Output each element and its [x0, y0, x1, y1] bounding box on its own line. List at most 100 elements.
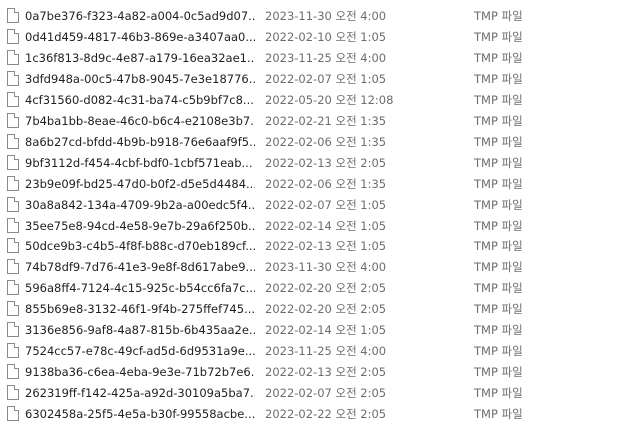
file-modified-date: 2022-02-07 오전 1:05	[265, 71, 387, 86]
file-name[interactable]: 9138ba36-c6ea-4eba-9e3e-71b72b7e6...	[25, 364, 255, 380]
file-modified-date: 2023-11-30 오전 4:00	[265, 260, 387, 275]
file-row[interactable]: 0d41d459-4817-46b3-869e-a3407aa0... 2022-…	[0, 26, 627, 48]
file-name[interactable]: 1c36f813-8d9c-4e87-a179-16ea32ae1...	[25, 50, 255, 66]
file-type: TMP 파일	[474, 302, 523, 317]
file-name[interactable]: 35ee75e8-94cd-4e58-9e7b-29a6f250b...	[25, 218, 255, 234]
file-row[interactable]: 35ee75e8-94cd-4e58-9e7b-29a6f250b... 2022…	[0, 215, 627, 237]
file-modified-date: 2022-02-14 오전 1:05	[265, 218, 387, 233]
file-type: TMP 파일	[474, 218, 523, 233]
file-modified-date: 2023-11-30 오전 4:00	[265, 9, 387, 23]
file-modified-date: 2022-02-07 오전 1:05	[265, 197, 387, 212]
file-row[interactable]: 9138ba36-c6ea-4eba-9e3e-71b72b7e6... 2022…	[0, 361, 627, 383]
file-name[interactable]: 74b78df9-7d76-41e3-9e8f-8d617abe9...	[25, 259, 255, 275]
file-name[interactable]: 855b69e8-3132-46f1-9f4b-275ffef745...	[25, 301, 255, 317]
file-row[interactable]: 50dce9b3-c4b5-4f8f-b88c-d70eb189cf... 202…	[0, 235, 627, 257]
tmp-file-icon	[7, 28, 19, 44]
file-name[interactable]: 262319ff-f142-425a-a92d-30109a5ba7...	[25, 385, 255, 401]
file-type: TMP 파일	[474, 365, 523, 380]
file-modified-date: 2023-11-25 오전 4:00	[265, 50, 387, 65]
file-type: TMP 파일	[474, 71, 523, 86]
tmp-file-icon	[7, 238, 19, 254]
file-modified-date: 2022-02-21 오전 1:35	[265, 113, 387, 128]
tmp-file-icon	[7, 91, 19, 107]
file-type: TMP 파일	[474, 176, 523, 191]
file-row[interactable]: 1c36f813-8d9c-4e87-a179-16ea32ae1... 2023…	[0, 47, 627, 69]
tmp-file-icon	[7, 259, 19, 275]
file-type: TMP 파일	[474, 260, 523, 275]
tmp-file-icon	[7, 364, 19, 380]
file-type: TMP 파일	[474, 407, 523, 422]
file-type: TMP 파일	[474, 155, 523, 170]
file-type: TMP 파일	[474, 134, 523, 149]
tmp-file-icon	[7, 70, 19, 86]
tmp-file-icon	[7, 343, 19, 359]
file-row[interactable]: 3136e856-9af8-4a87-815b-6b435aa2e... 2022…	[0, 319, 627, 341]
file-row[interactable]: 4cf31560-d082-4c31-ba74-c5b9bf7c8... 2022…	[0, 89, 627, 111]
tmp-file-icon	[7, 196, 19, 212]
file-modified-date: 2022-02-14 오전 1:05	[265, 323, 387, 338]
file-row[interactable]: 0a7be376-f323-4a82-a004-0c5ad9d07... 2023…	[0, 5, 627, 27]
file-type: TMP 파일	[474, 9, 523, 23]
tmp-file-icon	[7, 385, 19, 401]
file-type: TMP 파일	[474, 323, 523, 338]
file-list: 0a7be376-f323-4a82-a004-0c5ad9d07... 2023…	[0, 0, 627, 422]
file-modified-date: 2022-02-13 오전 2:05	[265, 155, 387, 170]
file-modified-date: 2022-02-13 오전 1:05	[265, 239, 387, 254]
file-row[interactable]: 3dfd948a-00c5-47b8-9045-7e3e18776... 2022…	[0, 68, 627, 90]
file-name[interactable]: 6302458a-25f5-4e5a-b30f-99558acbe...	[25, 406, 255, 422]
file-row[interactable]: 23b9e09f-bd25-47d0-b0f2-d5e5d4484... 2022…	[0, 173, 627, 195]
file-type: TMP 파일	[474, 29, 523, 44]
tmp-file-icon	[7, 175, 19, 191]
file-name[interactable]: 9bf3112d-f454-4cbf-bdf0-1cbf571eab...	[25, 155, 255, 171]
file-modified-date: 2022-02-06 오전 1:35	[265, 176, 387, 191]
file-modified-date: 2022-05-20 오전 12:08	[265, 92, 394, 107]
file-modified-date: 2022-02-06 오전 1:35	[265, 134, 387, 149]
file-row[interactable]: 262319ff-f142-425a-a92d-30109a5ba7... 202…	[0, 382, 627, 404]
tmp-file-icon	[7, 280, 19, 296]
file-name[interactable]: 0d41d459-4817-46b3-869e-a3407aa0...	[25, 29, 255, 45]
file-name[interactable]: 3dfd948a-00c5-47b8-9045-7e3e18776...	[25, 71, 255, 87]
file-name[interactable]: 0a7be376-f323-4a82-a004-0c5ad9d07...	[25, 8, 255, 24]
file-type: TMP 파일	[474, 197, 523, 212]
file-name[interactable]: 4cf31560-d082-4c31-ba74-c5b9bf7c8...	[25, 92, 255, 108]
tmp-file-icon	[7, 112, 19, 128]
tmp-file-icon	[7, 8, 19, 23]
tmp-file-icon	[7, 217, 19, 233]
file-name[interactable]: 50dce9b3-c4b5-4f8f-b88c-d70eb189cf...	[25, 238, 255, 254]
tmp-file-icon	[7, 49, 19, 65]
file-name[interactable]: 30a8a842-134a-4709-9b2a-a00edc5f4...	[25, 197, 255, 213]
file-row[interactable]: 7524cc57-e78c-49cf-ad5d-6d9531a9e... 2023…	[0, 340, 627, 362]
tmp-file-icon	[7, 154, 19, 170]
tmp-file-icon	[7, 133, 19, 149]
file-modified-date: 2022-02-13 오전 2:05	[265, 365, 387, 380]
file-modified-date: 2022-02-20 오전 2:05	[265, 281, 387, 296]
file-name[interactable]: 3136e856-9af8-4a87-815b-6b435aa2e...	[25, 322, 255, 338]
file-type: TMP 파일	[474, 50, 523, 65]
file-modified-date: 2022-02-20 오전 2:05	[265, 302, 387, 317]
file-row[interactable]: 596a8ff4-7124-4c15-925c-b54cc6fa7c... 202…	[0, 277, 627, 299]
file-type: TMP 파일	[474, 92, 523, 107]
tmp-file-icon	[7, 406, 19, 422]
file-name[interactable]: 7524cc57-e78c-49cf-ad5d-6d9531a9e...	[25, 343, 255, 359]
file-row[interactable]: 855b69e8-3132-46f1-9f4b-275ffef745... 202…	[0, 298, 627, 320]
file-type: TMP 파일	[474, 281, 523, 296]
file-type: TMP 파일	[474, 386, 523, 401]
file-row[interactable]: 30a8a842-134a-4709-9b2a-a00edc5f4... 2022…	[0, 194, 627, 216]
file-type: TMP 파일	[474, 344, 523, 359]
tmp-file-icon	[7, 322, 19, 338]
file-type: TMP 파일	[474, 113, 523, 128]
file-modified-date: 2023-11-25 오전 4:00	[265, 344, 387, 359]
file-name[interactable]: 596a8ff4-7124-4c15-925c-b54cc6fa7c...	[25, 280, 255, 296]
file-modified-date: 2022-02-10 오전 1:05	[265, 29, 387, 44]
file-name[interactable]: 8a6b27cd-bfdd-4b9b-b918-76e6aaf9f5...	[25, 134, 255, 150]
file-name[interactable]: 23b9e09f-bd25-47d0-b0f2-d5e5d4484...	[25, 176, 255, 192]
file-row[interactable]: 74b78df9-7d76-41e3-9e8f-8d617abe9... 2023…	[0, 256, 627, 278]
file-modified-date: 2022-02-07 오전 2:05	[265, 386, 387, 401]
file-row[interactable]: 8a6b27cd-bfdd-4b9b-b918-76e6aaf9f5... 202…	[0, 131, 627, 153]
tmp-file-icon	[7, 301, 19, 317]
file-name[interactable]: 7b4ba1bb-8eae-46c0-b6c4-e2108e3b7...	[25, 113, 255, 129]
file-row[interactable]: 9bf3112d-f454-4cbf-bdf0-1cbf571eab... 202…	[0, 152, 627, 174]
file-type: TMP 파일	[474, 239, 523, 254]
file-row[interactable]: 7b4ba1bb-8eae-46c0-b6c4-e2108e3b7... 2022…	[0, 110, 627, 132]
file-modified-date: 2022-02-22 오전 2:05	[265, 407, 387, 422]
